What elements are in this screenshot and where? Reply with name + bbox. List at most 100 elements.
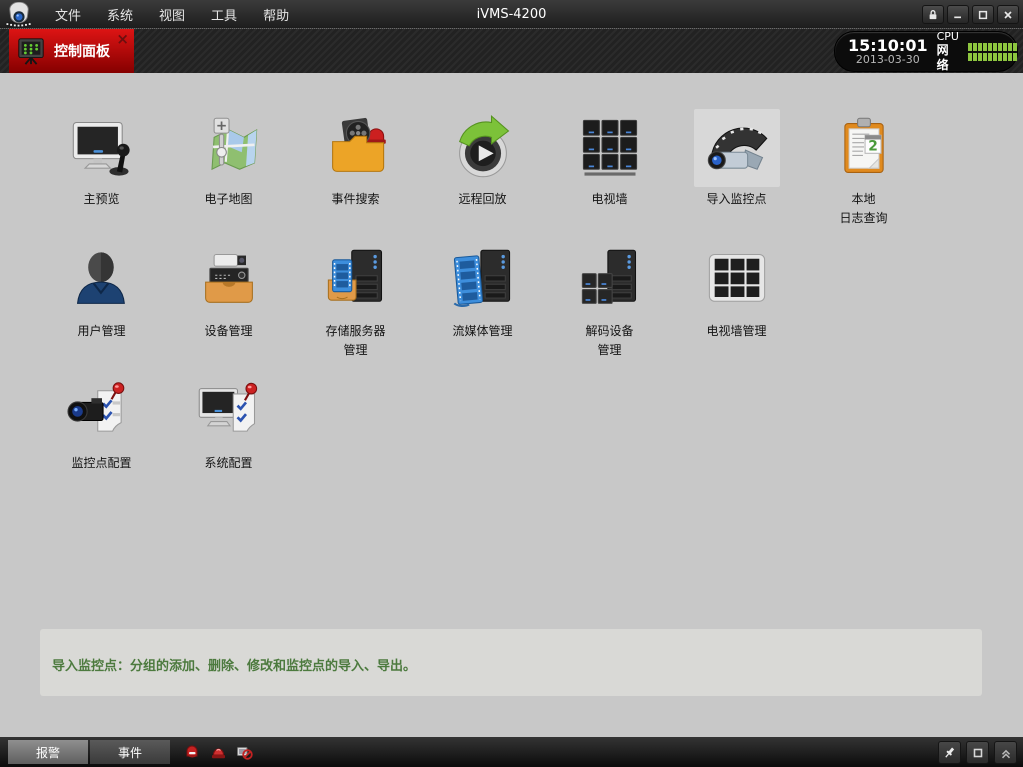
network-label: 网络 xyxy=(937,43,960,73)
event-search-icon[interactable] xyxy=(313,109,399,187)
minimize-button[interactable] xyxy=(947,5,969,24)
window-title: iVMS-4200 xyxy=(477,7,547,22)
app-item-remote-playback[interactable]: 远程回放 xyxy=(419,109,546,241)
tv-wall-icon[interactable] xyxy=(567,109,653,187)
maximize-button[interactable] xyxy=(972,5,994,24)
meter-segment xyxy=(1003,53,1007,61)
meter-segment xyxy=(988,53,992,61)
meter-segment xyxy=(1003,43,1007,51)
app-item-stream-media[interactable]: 流媒体管理 xyxy=(419,241,546,373)
event-tab-button[interactable]: 事件 xyxy=(90,740,170,764)
main-preview-icon[interactable] xyxy=(59,109,145,187)
camera-logo-icon xyxy=(2,2,36,28)
app-item-label: 用户管理 xyxy=(77,322,125,341)
menu-tools[interactable]: 工具 xyxy=(198,0,250,29)
minimize-icon xyxy=(952,9,964,21)
collapse-button[interactable] xyxy=(994,741,1017,764)
app-item-emap[interactable]: 电子地图 xyxy=(165,109,292,241)
meter-segment xyxy=(988,43,992,51)
status-bar-right-buttons xyxy=(938,741,1017,764)
close-icon xyxy=(1002,9,1014,21)
app-item-label: 设备管理 xyxy=(204,322,252,341)
app-item-label: 存储服务器管理 xyxy=(325,322,385,359)
app-item-label: 远程回放 xyxy=(458,190,506,209)
camera-config-icon[interactable] xyxy=(59,373,145,451)
storage-server-icon[interactable] xyxy=(313,241,399,319)
app-item-import-camera[interactable]: 导入监控点 xyxy=(673,109,800,241)
app-item-storage-server[interactable]: 存储服务器管理 xyxy=(292,241,419,373)
menu-view[interactable]: 视图 xyxy=(146,0,198,29)
alarm-triggered-icon[interactable] xyxy=(184,744,201,761)
meter-segment xyxy=(978,53,982,61)
description-text: 导入监控点：分组的添加、删除、修改和监控点的导入、导出。 xyxy=(40,629,982,674)
clock: 15:10:01 2013-03-30 xyxy=(848,37,928,67)
meter-segment xyxy=(973,43,977,51)
meter-segment xyxy=(993,53,997,61)
grid-row: 主预览 电子地图 事件搜索远程回放 电视墙导入监控点 本地日志查询 xyxy=(38,109,927,241)
title-bar: 文件系统视图工具帮助 iVMS-4200 xyxy=(0,0,1023,29)
menu-help[interactable]: 帮助 xyxy=(250,0,302,29)
app-item-label: 流媒体管理 xyxy=(452,322,512,341)
decode-device-icon[interactable] xyxy=(567,241,653,319)
meter-segment xyxy=(983,53,987,61)
alarm-tab-button[interactable]: 报警 xyxy=(8,740,88,764)
app-item-label: 电子地图 xyxy=(204,190,252,209)
lock-icon xyxy=(927,9,939,21)
menu-bar: 文件系统视图工具帮助 xyxy=(42,0,302,29)
meter-segment xyxy=(1008,53,1012,61)
status-bar: 报警 事件 xyxy=(0,737,1023,767)
tvwall-mgmt-icon[interactable] xyxy=(694,241,780,319)
menu-system[interactable]: 系统 xyxy=(94,0,146,29)
tab-bar: 控制面板 × 15:10:01 2013-03-30 CPU 网络 xyxy=(0,29,1023,73)
app-item-system-config[interactable]: 系统配置 xyxy=(165,373,292,505)
restore-panel-icon xyxy=(971,746,985,760)
meter-segment xyxy=(998,53,1002,61)
menu-file[interactable]: 文件 xyxy=(42,0,94,29)
import-camera-icon[interactable] xyxy=(694,109,780,187)
app-item-local-log[interactable]: 本地日志查询 xyxy=(800,109,927,241)
app-item-label: 系统配置 xyxy=(204,454,252,473)
meter-segment xyxy=(998,43,1002,51)
meter-segment xyxy=(968,43,972,51)
user-mgmt-icon[interactable] xyxy=(59,241,145,319)
system-config-icon[interactable] xyxy=(186,373,272,451)
device-mgmt-icon[interactable] xyxy=(186,241,272,319)
pin-button[interactable] xyxy=(938,741,961,764)
collapse-icon xyxy=(999,746,1013,760)
meter-segment xyxy=(973,53,977,61)
app-item-label: 监控点配置 xyxy=(71,454,131,473)
stream-media-icon[interactable] xyxy=(440,241,526,319)
app-item-label: 解码设备管理 xyxy=(585,322,633,359)
local-log-icon[interactable] xyxy=(821,109,907,187)
emap-icon[interactable] xyxy=(186,109,272,187)
app-item-label: 电视墙管理 xyxy=(706,322,766,341)
app-item-tv-wall[interactable]: 电视墙 xyxy=(546,109,673,241)
app-item-main-preview[interactable]: 主预览 xyxy=(38,109,165,241)
tab-control-panel[interactable]: 控制面板 × xyxy=(9,29,134,73)
clock-time: 15:10:01 xyxy=(848,37,928,55)
close-button[interactable] xyxy=(997,5,1019,24)
grid-row: 监控点配置 系统配置 xyxy=(38,373,927,505)
app-item-camera-config[interactable]: 监控点配置 xyxy=(38,373,165,505)
app-item-label: 主预览 xyxy=(83,190,119,209)
restore-panel-button[interactable] xyxy=(966,741,989,764)
app-item-label: 本地日志查询 xyxy=(839,190,887,227)
app-item-label: 导入监控点 xyxy=(706,190,766,209)
tab-close-icon[interactable]: × xyxy=(116,30,129,48)
siren-icon[interactable] xyxy=(210,744,227,761)
icon-grid: 主预览 电子地图 事件搜索远程回放 电视墙导入监控点 本地日志查询用户管理 设备管理 存储服… xyxy=(38,109,927,505)
cpu-meter xyxy=(968,43,1017,51)
remote-playback-icon[interactable] xyxy=(440,109,526,187)
app-item-event-search[interactable]: 事件搜索 xyxy=(292,109,419,241)
meter-segment xyxy=(1008,43,1012,51)
network-meter xyxy=(968,53,1017,61)
app-item-user-mgmt[interactable]: 用户管理 xyxy=(38,241,165,373)
app-item-device-mgmt[interactable]: 设备管理 xyxy=(165,241,292,373)
video-exception-icon[interactable] xyxy=(236,744,253,761)
app-item-tvwall-mgmt[interactable]: 电视墙管理 xyxy=(673,241,800,373)
window-controls xyxy=(922,5,1019,24)
app-item-decode-device[interactable]: 解码设备管理 xyxy=(546,241,673,373)
lock-button[interactable] xyxy=(922,5,944,24)
description-panel: 导入监控点：分组的添加、删除、修改和监控点的导入、导出。 xyxy=(40,629,982,696)
tab-label: 控制面板 xyxy=(54,41,110,61)
